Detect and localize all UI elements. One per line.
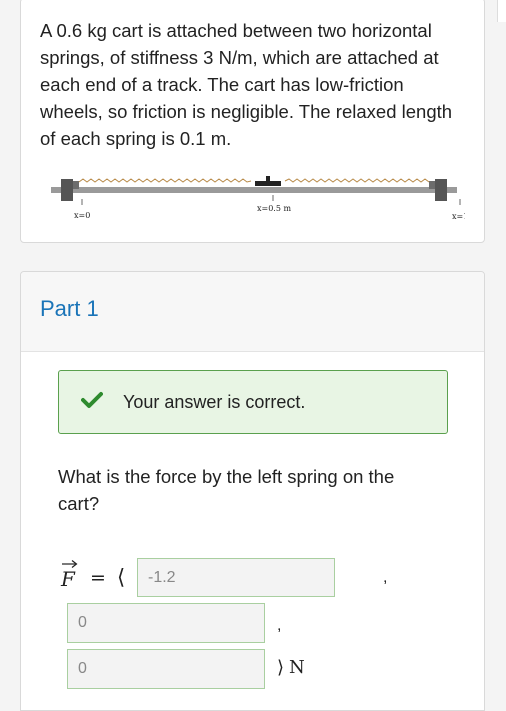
close-angle-bracket: ⟩: [277, 657, 285, 678]
separator-comma-1: ,: [383, 569, 388, 586]
label-x05: x=0.5 m: [257, 204, 291, 213]
feedback-text: Your answer is correct.: [123, 392, 306, 412]
answer-y-field[interactable]: 0: [67, 603, 265, 643]
feedback-correct-banner: Your answer is correct.: [58, 370, 448, 434]
cart-top: [266, 176, 270, 182]
part-title: Part 1: [40, 296, 99, 321]
open-angle-bracket: ⟨: [117, 565, 126, 589]
problem-card: A 0.6 kg cart is attached between two ho…: [20, 0, 485, 243]
answer-y-value: 0: [78, 614, 87, 631]
part-header: Part 1: [21, 272, 484, 352]
unit-label: N: [289, 657, 305, 678]
label-x0: x=0: [74, 211, 90, 220]
check-icon: [81, 392, 103, 408]
left-end-block: [61, 179, 73, 201]
right-spring: [284, 178, 430, 183]
equals-sign: =: [90, 567, 106, 589]
label-x1: x=1.0 m: [452, 212, 465, 221]
left-end-cap: [73, 181, 79, 189]
close-bracket-unit: ⟩ N: [277, 657, 305, 678]
right-end-block: [435, 179, 447, 201]
left-spring: [78, 178, 252, 183]
part-card: Part 1 Your answer is correct. What is t…: [20, 271, 485, 711]
question-text: What is the force by the left spring on …: [58, 466, 395, 514]
track-bar: [51, 187, 457, 193]
separator-comma-2: ,: [277, 617, 282, 634]
answer-z-value: 0: [78, 660, 87, 677]
problem-statement: A 0.6 kg cart is attached between two ho…: [40, 20, 453, 149]
answer-x-value: -1.2: [148, 568, 176, 586]
vector-f-symbol: F: [60, 560, 78, 591]
answer-z-field[interactable]: 0: [67, 649, 265, 689]
vector-equation: F = ⟨ -1.2 ,: [58, 557, 418, 597]
scrollbar[interactable]: [497, 0, 506, 22]
answer-x-field[interactable]: -1.2: [137, 558, 335, 597]
spring-track-figure: x=0 x=0.5 m x=1.0 m: [51, 176, 465, 221]
right-end-cap: [429, 181, 435, 189]
vector-f-letter: F: [60, 567, 76, 591]
